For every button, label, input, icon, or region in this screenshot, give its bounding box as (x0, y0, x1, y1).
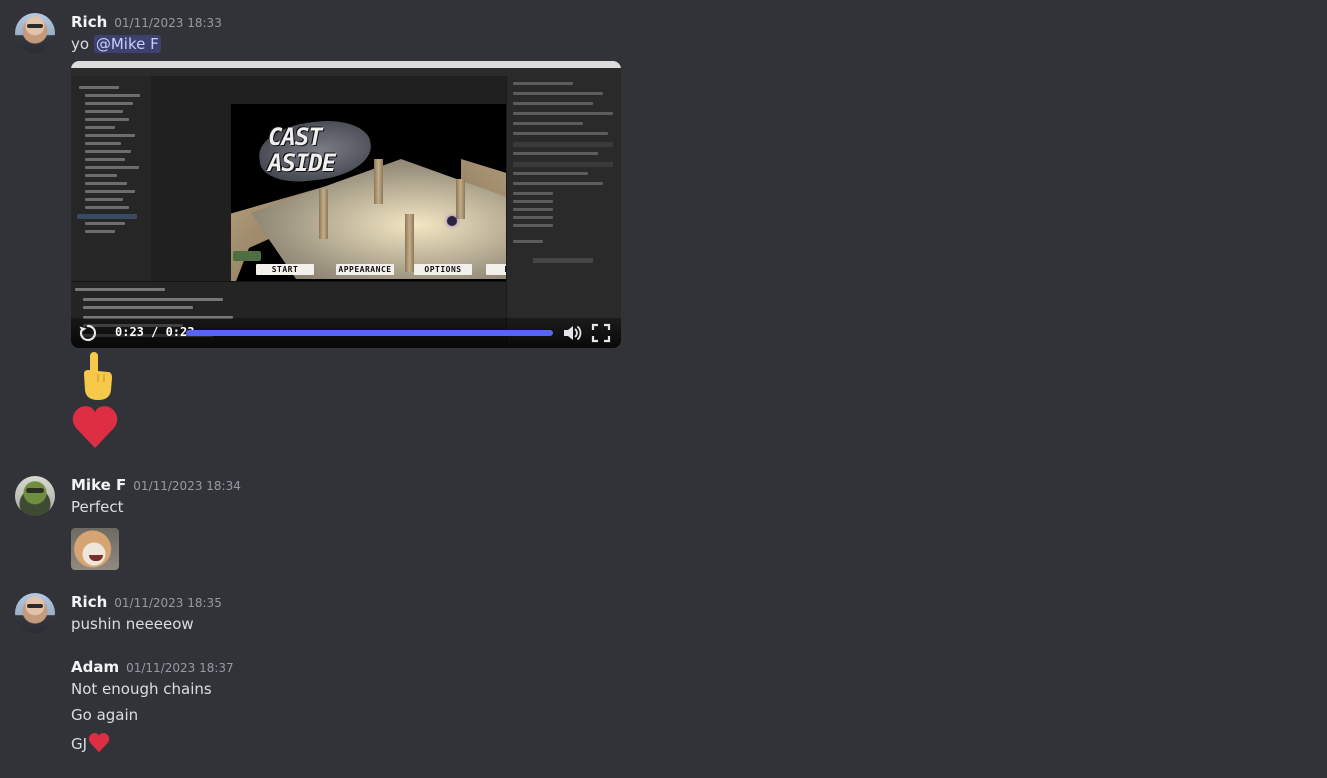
game-pillar (319, 189, 328, 239)
message-text-prefix: yo (71, 35, 94, 53)
message-text: Go again (71, 706, 139, 724)
avatar[interactable] (15, 476, 55, 516)
video-frame-editor-menubar (71, 61, 621, 68)
game-start-button: START (256, 264, 314, 275)
game-character (447, 216, 457, 226)
middle-finger-emoji[interactable] (78, 352, 118, 402)
timestamp: 01/11/2023 18:35 (114, 596, 222, 610)
video-frame-inspector-panel (506, 76, 621, 348)
video-time: 0:23 / 0:23 (115, 325, 195, 339)
timestamp: 01/11/2023 18:37 (126, 661, 234, 675)
message-text: yo @Mike F (71, 35, 161, 53)
game-options-button: OPTIONS (414, 264, 472, 275)
avatar[interactable] (15, 13, 55, 53)
username[interactable]: Rich (71, 593, 107, 611)
message-text: Perfect (71, 498, 124, 516)
message-header: Rich 01/11/2023 18:35 (71, 593, 222, 611)
username[interactable]: Mike F (71, 476, 126, 494)
volume-icon[interactable] (561, 322, 583, 344)
video-frame-scene-view: CAST ASIDE START APPEARANCE OPTIONS EXIT (151, 76, 571, 294)
message-text: Not enough chains (71, 680, 212, 698)
red-heart-emoji[interactable] (88, 732, 110, 757)
user-mention[interactable]: @Mike F (93, 35, 161, 53)
laughing-dog-sticker[interactable] (71, 528, 119, 570)
video-progress-fill (186, 330, 553, 336)
game-appearance-button: APPEARANCE (336, 264, 394, 275)
game-logo: CAST ASIDE (268, 123, 336, 177)
message-text: pushin neeeeow (71, 615, 194, 633)
fullscreen-icon[interactable] (590, 322, 612, 344)
timestamp: 01/11/2023 18:33 (114, 16, 222, 30)
message-text: GJ (71, 732, 110, 757)
username[interactable]: Adam (71, 658, 119, 676)
red-heart-emoji[interactable] (71, 404, 119, 454)
message-header: Mike F 01/11/2023 18:34 (71, 476, 241, 494)
username[interactable]: Rich (71, 13, 107, 31)
video-embed[interactable]: CAST ASIDE START APPEARANCE OPTIONS EXIT (71, 61, 621, 348)
replay-icon[interactable] (77, 322, 99, 344)
message-header: Adam 01/11/2023 18:37 (71, 658, 234, 676)
message-text-gj: GJ (71, 735, 88, 753)
timestamp: 01/11/2023 18:34 (133, 479, 241, 493)
avatar[interactable] (15, 593, 55, 633)
game-pillar (456, 179, 465, 219)
message-header: Rich 01/11/2023 18:33 (71, 13, 222, 31)
chat-messages: Rich 01/11/2023 18:33 yo @Mike F CAST AS… (0, 0, 1327, 778)
game-hedge (233, 251, 261, 261)
video-frame-hierarchy-panel (71, 76, 151, 281)
video-controls: 0:23 / 0:23 (71, 318, 621, 348)
game-pillar (405, 214, 414, 272)
video-frame-editor-toolbar (71, 68, 621, 76)
video-progress-bar[interactable] (186, 330, 553, 336)
